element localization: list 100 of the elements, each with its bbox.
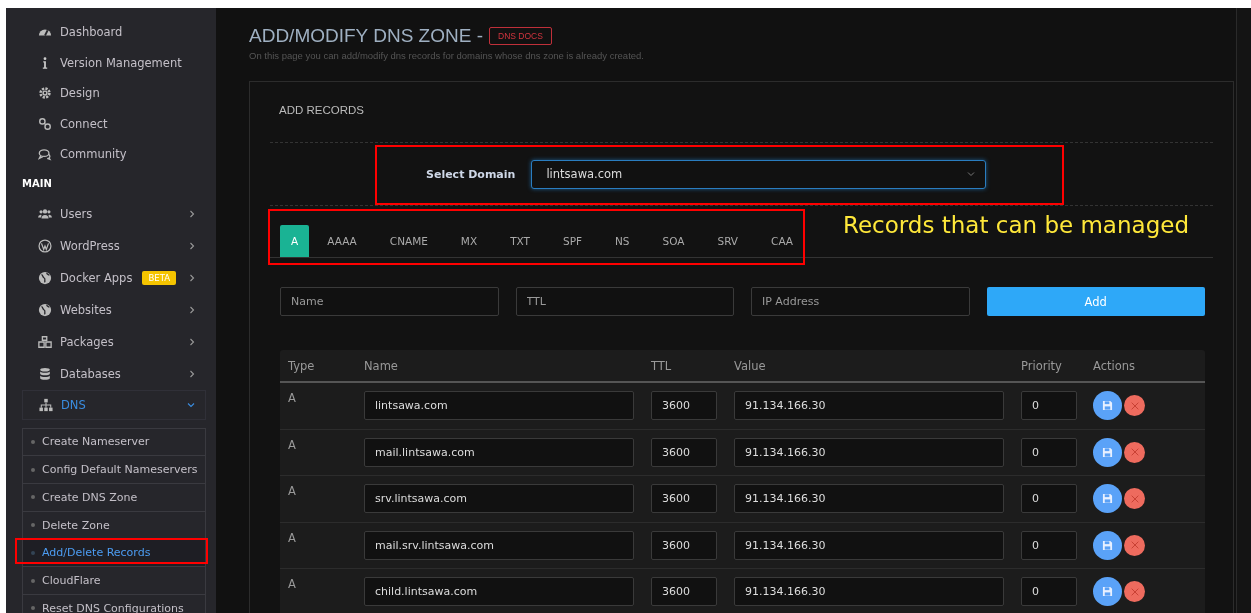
hostname-field[interactable]: mail.srv.lintsawa.com xyxy=(364,530,634,560)
record-type-tab[interactable]: SRV xyxy=(702,225,754,257)
database-icon xyxy=(38,366,52,381)
hostname-field[interactable]: lintsawa.com xyxy=(364,391,634,421)
section-label: MAIN xyxy=(22,177,53,191)
submenu-item[interactable]: Config Default Nameservers xyxy=(23,456,205,484)
sidebar-item[interactable]: Community xyxy=(22,139,206,170)
value-field[interactable]: 91.134.166.30 xyxy=(734,391,1004,421)
table-cell-text: A xyxy=(288,529,297,545)
save-button[interactable] xyxy=(1093,391,1122,421)
delete-button[interactable] xyxy=(1124,395,1145,417)
sidebar-item[interactable]: Packages xyxy=(22,325,206,358)
chevron-right-icon xyxy=(188,337,196,346)
column-header: TTL xyxy=(651,358,673,373)
hostname-field[interactable]: child.lintsawa.com xyxy=(364,577,634,607)
close-icon xyxy=(1129,586,1140,597)
save-button[interactable] xyxy=(1093,437,1122,467)
submenu-item[interactable]: Create DNS Zone xyxy=(23,484,205,512)
record-input-field[interactable]: IP Address xyxy=(751,287,970,316)
submenu-item[interactable]: CloudFlare xyxy=(23,567,205,595)
settings-icon xyxy=(38,86,52,101)
globe-icon xyxy=(38,270,52,285)
column-header: Value xyxy=(734,358,767,373)
table-cell-text: A xyxy=(288,576,297,591)
chevron-right-icon xyxy=(188,369,196,378)
cubes-icon xyxy=(38,334,52,349)
column-header: Name xyxy=(364,358,399,373)
wordpress-icon xyxy=(38,238,52,253)
cache-time-field[interactable]: 3600 xyxy=(651,577,717,607)
record-input-field[interactable]: TTL xyxy=(515,287,734,316)
link-icon xyxy=(38,116,52,131)
priority-field[interactable]: 0 xyxy=(1021,530,1077,560)
record-type-tab[interactable]: MX xyxy=(445,225,493,257)
value-field[interactable]: 91.134.166.30 xyxy=(734,437,1004,467)
record-type-tab[interactable]: SPF xyxy=(547,225,597,257)
priority-field[interactable]: 0 xyxy=(1021,391,1077,421)
save-button[interactable] xyxy=(1093,577,1122,607)
record-type-tab[interactable]: CNAME xyxy=(374,225,443,257)
globe-icon xyxy=(38,302,52,317)
sidebar-item[interactable]: Dashboard xyxy=(22,17,206,48)
sidebar-item[interactable]: Websites xyxy=(22,293,206,326)
table-cell-text: A xyxy=(288,436,297,452)
chevron-right-icon xyxy=(188,305,196,314)
value-field[interactable]: 91.134.166.30 xyxy=(734,530,1004,560)
delete-button[interactable] xyxy=(1124,534,1145,556)
annotation-text: Records that can be managed xyxy=(843,212,1189,238)
priority-field[interactable]: 0 xyxy=(1021,577,1077,607)
priority-field[interactable]: 0 xyxy=(1021,437,1077,467)
cache-time-field[interactable]: 3600 xyxy=(651,484,717,514)
sidebar-item[interactable]: WordPress xyxy=(22,229,206,262)
record-type-tab[interactable]: CAA xyxy=(756,225,809,257)
record-type-tab[interactable]: AAAA xyxy=(312,225,372,257)
hostname-field[interactable]: srv.lintsawa.com xyxy=(364,484,634,514)
cache-time-field[interactable]: 3600 xyxy=(651,437,717,467)
submenu-item[interactable]: Create Nameserver xyxy=(23,428,205,457)
submenu-item[interactable]: Delete Zone xyxy=(23,511,205,540)
record-type-tab[interactable]: TXT xyxy=(495,225,545,257)
delete-button[interactable] xyxy=(1124,488,1145,510)
domain-select[interactable]: lintsawa.com xyxy=(531,159,987,189)
close-icon xyxy=(1129,493,1140,504)
chevron-right-icon xyxy=(188,241,196,250)
delete-button[interactable] xyxy=(1124,581,1145,603)
sidebar-item[interactable]: Docker Apps BETA xyxy=(22,261,206,294)
docs-link[interactable]: DNS DOCS xyxy=(489,27,552,45)
chat-bubbles-icon xyxy=(38,147,52,162)
close-icon xyxy=(1129,447,1140,458)
save-button[interactable] xyxy=(1093,484,1122,514)
dropdown-caret-icon xyxy=(967,170,976,178)
section-heading: ADD RECORDS xyxy=(278,104,365,116)
cache-time-field[interactable]: 3600 xyxy=(651,391,717,421)
close-icon xyxy=(1129,540,1140,551)
priority-field[interactable]: 0 xyxy=(1021,484,1077,514)
value-field[interactable]: 91.134.166.30 xyxy=(734,484,1004,514)
sidebar-item[interactable]: Databases xyxy=(22,357,206,390)
record-type-tab[interactable]: NS xyxy=(600,225,645,257)
value-field[interactable]: 91.134.166.30 xyxy=(734,577,1004,607)
cache-time-field[interactable]: 3600 xyxy=(651,530,717,560)
table-cell-text: A xyxy=(288,483,297,498)
sidebar-item[interactable]: Design xyxy=(22,78,206,109)
delete-button[interactable] xyxy=(1124,441,1145,463)
column-header: Priority xyxy=(1021,358,1063,373)
sidebar-item[interactable]: DNS xyxy=(22,389,206,420)
save-button[interactable] xyxy=(1093,530,1122,560)
chevron-right-icon xyxy=(188,209,196,218)
table-cell-text: A xyxy=(288,390,297,405)
sidebar-item[interactable]: Users xyxy=(22,197,206,230)
sidebar-item[interactable]: Version Management xyxy=(22,47,206,78)
record-type-tab[interactable]: SOA xyxy=(647,225,700,257)
record-input-field[interactable]: Name xyxy=(280,287,499,316)
column-header: Type xyxy=(288,358,316,373)
beta-badge: BETA xyxy=(142,270,176,285)
select-domain-label: Select Domain xyxy=(426,167,516,181)
chevron-down-icon xyxy=(187,400,195,409)
sitemap-icon xyxy=(39,397,53,412)
hostname-field[interactable]: mail.lintsawa.com xyxy=(364,437,634,467)
page-subtitle: On this page you can add/modify dns records for domains whose dns zone is already created. xyxy=(249,50,645,61)
column-header: Actions xyxy=(1093,358,1136,373)
sidebar-item[interactable]: Connect xyxy=(22,108,206,139)
users-icon xyxy=(38,206,52,221)
page-title: ADD/MODIFY DNS ZONE - xyxy=(249,25,483,47)
